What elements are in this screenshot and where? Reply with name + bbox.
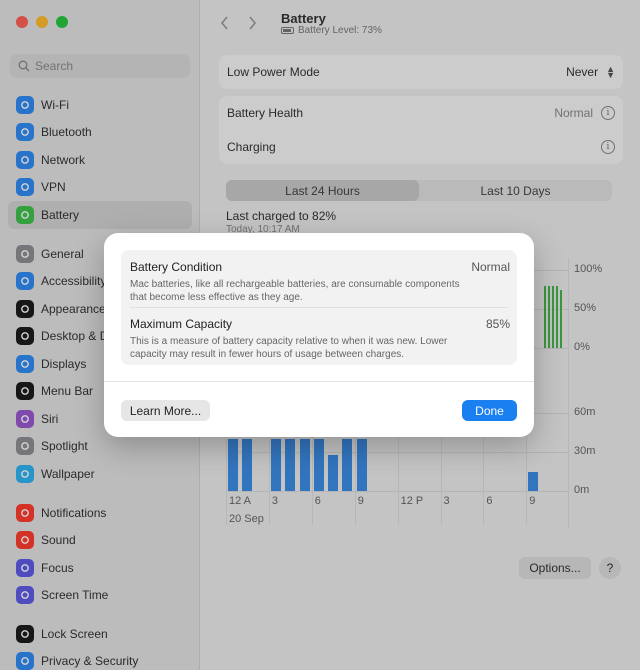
maximum-capacity-title: Maximum Capacity xyxy=(130,317,233,331)
dialog-footer-divider xyxy=(104,381,534,382)
done-button[interactable]: Done xyxy=(462,400,517,421)
battery-condition-value: Normal xyxy=(471,260,510,274)
battery-condition-title: Battery Condition xyxy=(130,260,223,274)
maximum-capacity-description: This is a measure of battery capacity re… xyxy=(130,336,448,360)
learn-more-button[interactable]: Learn More... xyxy=(121,400,210,421)
battery-condition-description: Mac batteries, like all rechargeable bat… xyxy=(130,279,460,303)
battery-condition-section: Battery Condition Normal Mac batteries, … xyxy=(130,260,510,304)
battery-health-dialog: Battery Condition Normal Mac batteries, … xyxy=(104,233,534,437)
dialog-info-card: Battery Condition Normal Mac batteries, … xyxy=(121,250,517,365)
dialog-divider xyxy=(130,307,508,308)
settings-window: Wi-FiBluetoothNetworkVPNBatteryGeneralAc… xyxy=(0,0,640,670)
maximum-capacity-section: Maximum Capacity 85% This is a measure o… xyxy=(130,317,510,361)
maximum-capacity-value: 85% xyxy=(485,317,510,331)
